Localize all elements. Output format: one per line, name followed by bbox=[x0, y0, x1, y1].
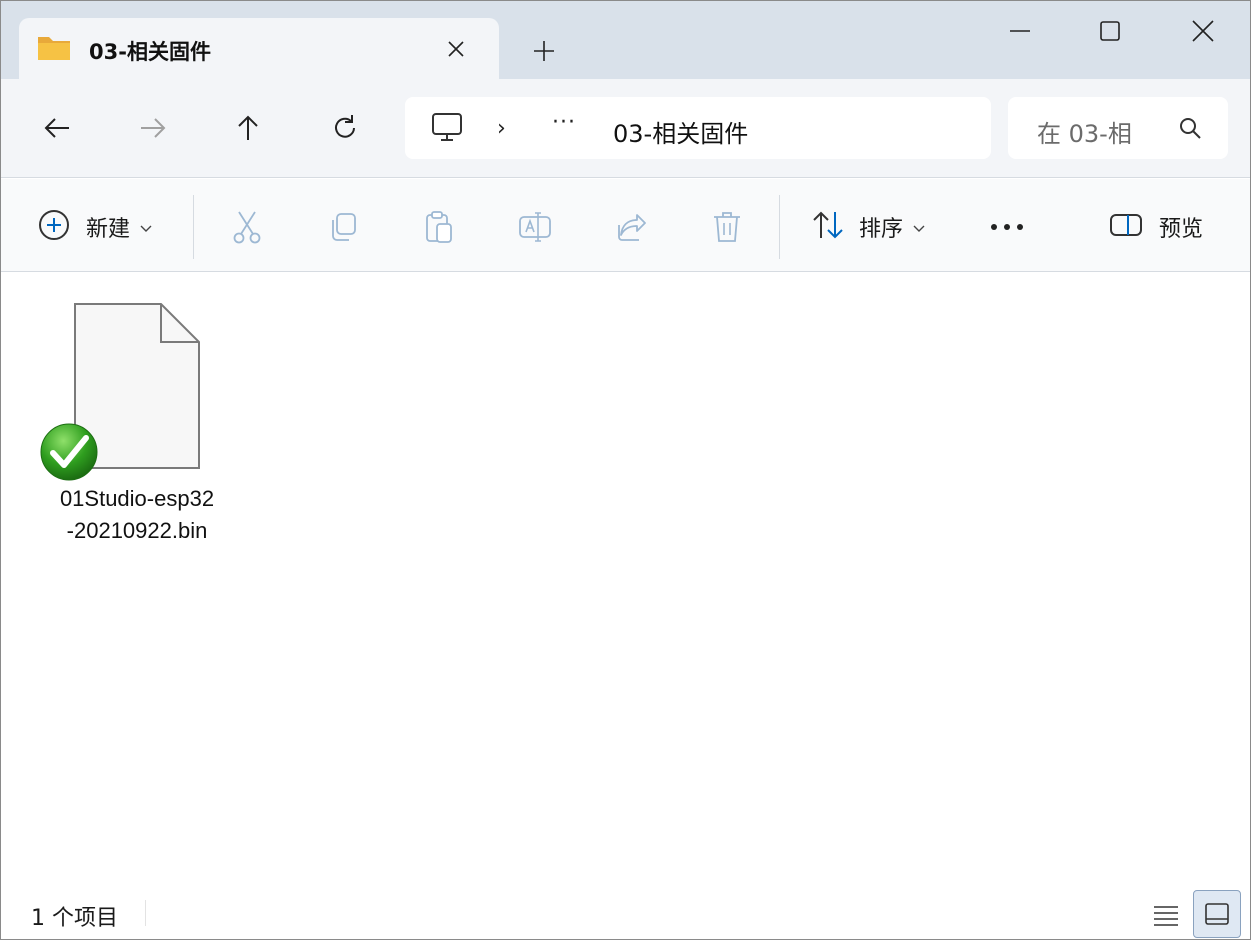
new-label: 新建 bbox=[86, 217, 131, 242]
forward-arrow-icon[interactable] bbox=[134, 109, 172, 147]
more-dots-icon bbox=[991, 224, 1023, 230]
toolbar-divider bbox=[779, 195, 780, 259]
folder-icon bbox=[36, 33, 72, 63]
breadcrumb-current[interactable]: 03-相关固件 bbox=[613, 114, 748, 149]
file-list-area[interactable]: 01Studio-esp32 -20210922.bin bbox=[1, 272, 1250, 884]
status-bar: 1 个项目 bbox=[1, 884, 1250, 939]
address-bar[interactable]: › ··· 03-相关固件 bbox=[405, 97, 991, 159]
file-name-line-1: 01Studio-esp32 bbox=[59, 486, 215, 511]
search-placeholder: 在 03-相 bbox=[1037, 120, 1132, 148]
share-icon[interactable] bbox=[613, 209, 649, 245]
toolbar-divider bbox=[193, 195, 194, 259]
preview-label: 预览 bbox=[1159, 217, 1204, 242]
more-options-button[interactable] bbox=[989, 207, 1025, 247]
search-icon[interactable] bbox=[1178, 116, 1202, 140]
file-name: 01Studio-esp32 -20210922.bin bbox=[37, 483, 237, 547]
tiles-view-icon[interactable] bbox=[1193, 890, 1241, 938]
breadcrumb-chevron-icon[interactable]: › bbox=[497, 116, 506, 141]
sort-button[interactable]: 排序 bbox=[811, 207, 925, 247]
refresh-icon[interactable] bbox=[326, 109, 364, 147]
preview-pane-button[interactable]: 预览 bbox=[1109, 207, 1203, 247]
cut-icon[interactable] bbox=[229, 209, 265, 245]
tab-current[interactable]: 03-相关固件 bbox=[19, 18, 499, 79]
file-explorer-window: 03-相关固件 › ··· 03-相关固件 在 03-相 新建 排序 预览 01… bbox=[0, 0, 1251, 940]
minimize-icon[interactable] bbox=[996, 11, 1044, 51]
preview-pane-icon bbox=[1109, 212, 1143, 242]
this-pc-icon[interactable] bbox=[430, 112, 464, 144]
delete-icon[interactable] bbox=[709, 209, 745, 245]
plus-circle-icon bbox=[38, 209, 70, 245]
navigation-bar: › ··· 03-相关固件 在 03-相 bbox=[1, 79, 1250, 178]
back-arrow-icon[interactable] bbox=[38, 109, 76, 147]
close-tab-icon[interactable] bbox=[443, 36, 469, 62]
new-tab-icon[interactable] bbox=[529, 36, 559, 66]
close-window-icon[interactable] bbox=[1179, 11, 1227, 51]
chevron-down-icon bbox=[913, 218, 925, 237]
file-item[interactable]: 01Studio-esp32 -20210922.bin bbox=[37, 298, 237, 548]
paste-icon[interactable] bbox=[421, 209, 457, 245]
maximize-icon[interactable] bbox=[1086, 11, 1134, 51]
sort-label: 排序 bbox=[859, 217, 904, 242]
command-bar: 新建 排序 预览 bbox=[1, 179, 1250, 272]
item-count: 1 个项目 bbox=[31, 906, 118, 931]
copy-icon[interactable] bbox=[325, 209, 361, 245]
search-box[interactable]: 在 03-相 bbox=[1008, 97, 1228, 159]
rename-icon[interactable] bbox=[517, 209, 553, 245]
sort-arrows-icon bbox=[811, 210, 845, 244]
file-name-line-2: -20210922.bin bbox=[66, 518, 208, 543]
up-arrow-icon[interactable] bbox=[229, 109, 267, 147]
status-divider bbox=[145, 900, 146, 926]
sync-check-icon bbox=[39, 422, 99, 482]
title-bar: 03-相关固件 bbox=[1, 1, 1250, 79]
new-button[interactable]: 新建 bbox=[38, 207, 152, 247]
tab-title: 03-相关固件 bbox=[89, 40, 211, 64]
chevron-down-icon bbox=[140, 218, 152, 237]
breadcrumb-overflow[interactable]: ··· bbox=[552, 110, 576, 135]
details-view-icon[interactable] bbox=[1147, 896, 1185, 934]
